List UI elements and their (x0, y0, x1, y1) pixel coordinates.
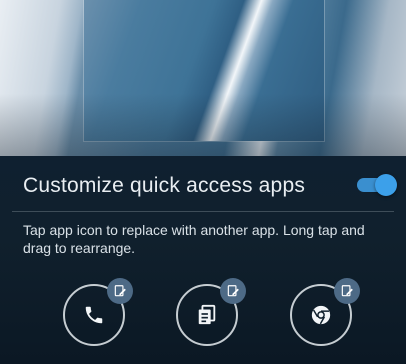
chrome-icon (311, 305, 331, 325)
toggle-knob (375, 174, 397, 196)
edit-icon (114, 285, 126, 297)
quick-access-apps (0, 276, 406, 364)
quick-access-panel: Customize quick access apps Tap app icon… (0, 156, 406, 364)
app-slot-phone[interactable] (63, 278, 133, 346)
panel-description: Tap app icon to replace with another app… (23, 222, 365, 256)
notes-icon (198, 304, 216, 325)
edit-badge[interactable] (334, 278, 360, 304)
panel-title: Customize quick access apps (23, 174, 306, 197)
edit-icon (227, 285, 239, 297)
edit-icon (341, 285, 353, 297)
quick-access-toggle[interactable] (355, 174, 397, 196)
edit-badge[interactable] (220, 278, 246, 304)
edit-badge[interactable] (107, 278, 133, 304)
app-slot-chrome[interactable] (290, 278, 360, 346)
app-slot-notes[interactable] (176, 278, 246, 346)
wallpaper-preview (0, 0, 406, 156)
divider (12, 211, 394, 212)
wallpaper-shade (0, 0, 406, 156)
phone-icon (85, 306, 103, 324)
